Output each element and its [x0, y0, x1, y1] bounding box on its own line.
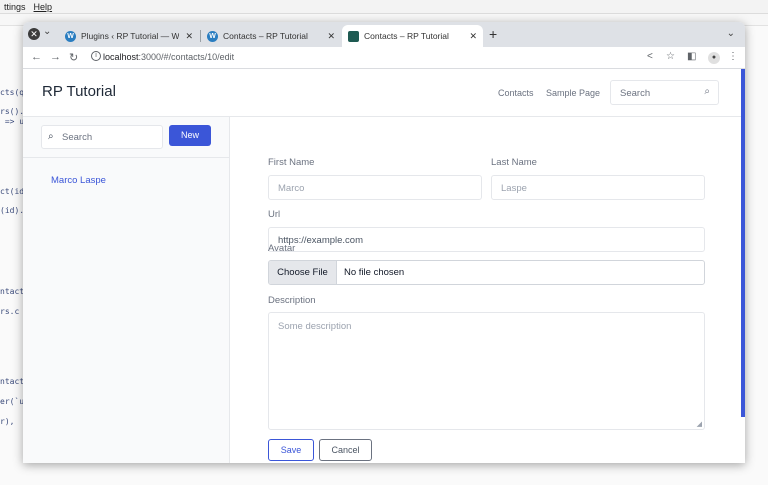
- chevron-down-icon[interactable]: ⌄: [43, 26, 51, 37]
- back-icon[interactable]: ←: [31, 51, 42, 63]
- tab-contacts-app[interactable]: Contacts – RP Tutorial ✕: [342, 25, 483, 47]
- tab-contacts-wp[interactable]: W Contacts – RP Tutorial ✕: [201, 25, 341, 47]
- share-icon[interactable]: <: [647, 51, 653, 62]
- save-button[interactable]: Save: [268, 439, 314, 461]
- menu-settings[interactable]: ttings: [0, 2, 30, 12]
- url-label: Url: [268, 209, 281, 220]
- tab-strip: ✕ ⌄ W Plugins ‹ RP Tutorial — Word ✕ W C…: [23, 22, 745, 47]
- first-name-label: First Name: [268, 157, 315, 168]
- web-page: RP Tutorial Contacts Sample Page Search …: [23, 69, 745, 463]
- first-name-field[interactable]: Marco: [268, 175, 482, 200]
- choose-file-button[interactable]: Choose File: [269, 261, 337, 284]
- avatar-label: Avatar: [268, 243, 296, 254]
- site-info-icon[interactable]: i: [91, 51, 101, 61]
- new-contact-button[interactable]: New: [169, 125, 211, 146]
- description-label: Description: [268, 295, 316, 306]
- file-status-text: No file chosen: [344, 267, 405, 278]
- code-line: ntact: [0, 377, 25, 386]
- window-close-icon[interactable]: ✕: [28, 28, 40, 40]
- side-panel-icon[interactable]: ◧: [687, 51, 696, 62]
- sidebar-item-marco-laspe[interactable]: Marco Laspe: [51, 175, 106, 186]
- menu-help[interactable]: Help: [30, 2, 57, 12]
- address-bar-row: ← → ↻ i localhost:3000/#/contacts/10/edi…: [23, 47, 745, 69]
- close-icon[interactable]: ✕: [185, 31, 193, 42]
- avatar-file-input[interactable]: Choose File No file chosen: [268, 260, 705, 285]
- code-line: rs().: [0, 107, 25, 116]
- url-input[interactable]: https://example.com: [268, 227, 705, 252]
- last-name-field[interactable]: Laspe: [491, 175, 705, 200]
- new-tab-button[interactable]: +: [489, 26, 497, 42]
- nav-link-sample-page[interactable]: Sample Page: [546, 88, 600, 98]
- desktop-menubar: ttings Help: [0, 0, 768, 14]
- tab-search-chevron-icon[interactable]: ⌄: [727, 28, 735, 39]
- search-icon[interactable]: ⌕: [704, 86, 710, 97]
- code-line: ntact: [0, 287, 25, 296]
- description-textarea[interactable]: Some description ◢: [268, 312, 705, 430]
- header-search-input[interactable]: Search ⌕: [610, 80, 719, 105]
- wordpress-icon: W: [207, 30, 218, 42]
- close-icon[interactable]: ✕: [469, 31, 477, 42]
- close-icon[interactable]: ✕: [327, 31, 335, 42]
- sidebar-divider: [23, 157, 229, 158]
- code-line: => u: [0, 117, 25, 126]
- code-line: rs.c: [0, 307, 20, 316]
- forward-icon[interactable]: →: [50, 51, 61, 63]
- app-icon: [348, 30, 359, 42]
- accent-bar: [741, 69, 745, 417]
- reload-icon[interactable]: ↻: [69, 51, 78, 64]
- browser-window: ✕ ⌄ W Plugins ‹ RP Tutorial — Word ✕ W C…: [23, 22, 745, 463]
- code-line: (id).: [0, 206, 25, 215]
- contact-edit-form: First Name Marco Last Name Laspe Url htt…: [230, 117, 741, 463]
- code-line: cts(q: [0, 88, 25, 97]
- site-brand[interactable]: RP Tutorial: [42, 83, 116, 100]
- profile-avatar-icon[interactable]: ●: [708, 52, 720, 64]
- code-line: ct(id: [0, 187, 25, 196]
- menu-kebab-icon[interactable]: ⋮: [728, 51, 738, 62]
- code-line: er(`u: [0, 397, 25, 406]
- wordpress-icon: W: [65, 30, 76, 42]
- url-field[interactable]: localhost:3000/#/contacts/10/edit: [103, 52, 234, 62]
- search-icon: ⌕: [48, 131, 54, 142]
- resize-handle-icon[interactable]: ◢: [697, 420, 702, 428]
- sidebar-search-input[interactable]: ⌕ Search: [41, 125, 163, 149]
- tab-plugins[interactable]: W Plugins ‹ RP Tutorial — Word ✕: [59, 25, 199, 47]
- site-header: RP Tutorial Contacts Sample Page Search …: [23, 69, 741, 117]
- contacts-sidebar: ⌕ Search New Marco Laspe: [23, 117, 230, 463]
- code-line: r),: [0, 417, 15, 426]
- last-name-label: Last Name: [491, 157, 537, 168]
- star-icon[interactable]: ☆: [666, 51, 675, 62]
- nav-link-contacts[interactable]: Contacts: [498, 88, 534, 98]
- cancel-button[interactable]: Cancel: [319, 439, 372, 461]
